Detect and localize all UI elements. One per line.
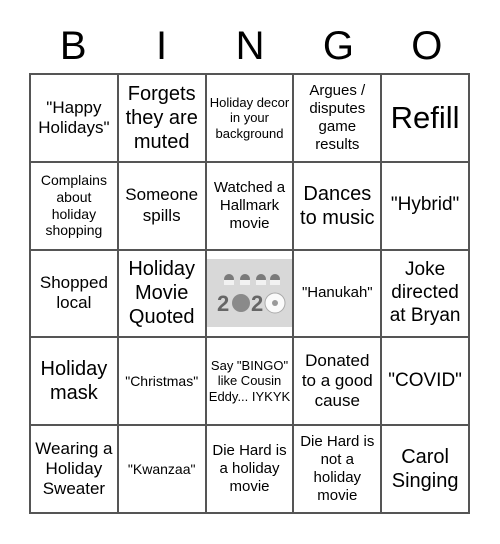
free-space-2020-reindeer-image: 22 xyxy=(206,259,293,328)
cell-text: Complains about holiday shopping xyxy=(40,172,107,239)
bingo-cell[interactable]: "Happy Holidays" xyxy=(30,74,118,162)
header-letter-n: N xyxy=(235,24,265,68)
bingo-cell[interactable]: Wearing a Holiday Sweater xyxy=(30,425,118,513)
header-letter-o: O xyxy=(411,24,443,68)
cell-text: "Hanukah" xyxy=(301,284,373,302)
bingo-cell[interactable]: Argues / disputes game results xyxy=(293,74,382,162)
bingo-cell[interactable]: Say "BINGO" like Cousin Eddy... IYKYK xyxy=(205,337,294,426)
bingo-cell[interactable]: Complains about holiday shopping xyxy=(30,161,118,250)
cell-text: "Happy Holidays" xyxy=(38,97,110,137)
bingo-cell[interactable]: Someone spills xyxy=(117,161,206,250)
bingo-cell[interactable]: "Kwanzaa" xyxy=(117,425,206,513)
bingo-cell[interactable]: "COVID" xyxy=(381,337,469,426)
bingo-cell[interactable]: Holiday Movie Quoted xyxy=(117,249,206,338)
cell-text: "Hybrid" xyxy=(390,194,460,216)
bingo-cell[interactable]: Shopped local xyxy=(30,249,118,338)
bingo-cell[interactable]: Holiday decor in your background xyxy=(205,74,294,162)
bingo-cell[interactable]: Die Hard is a holiday movie xyxy=(205,425,294,513)
bingo-cell[interactable]: Refill xyxy=(381,74,469,162)
cell-text: Die Hard is not a holiday movie xyxy=(300,433,375,505)
cell-text: Shopped local xyxy=(39,273,108,313)
header-letter-g: G xyxy=(322,24,354,68)
cell-text: Holiday decor in your background xyxy=(209,94,290,141)
cell-text: Holiday mask xyxy=(40,358,108,405)
bingo-cell[interactable]: Carol Singing xyxy=(381,425,469,513)
bingo-cell[interactable]: Dances to music xyxy=(293,161,382,250)
bingo-cell[interactable]: Die Hard is not a holiday movie xyxy=(293,425,382,513)
cell-text: Carol Singing xyxy=(391,446,459,493)
bingo-cell[interactable]: Watched a Hallmark movie xyxy=(205,161,294,250)
cell-text: "Kwanzaa" xyxy=(127,460,196,477)
cell-text: Refill xyxy=(390,100,460,136)
bingo-cell[interactable]: Donated to a good cause xyxy=(293,337,382,426)
cell-text: "COVID" xyxy=(388,369,462,391)
cell-text: Holiday Movie Quoted xyxy=(128,258,196,329)
cell-text: Joke directed at Bryan xyxy=(389,259,461,326)
cell-text: Dances to music xyxy=(300,182,375,229)
cell-text: Watched a Hallmark movie xyxy=(213,178,286,232)
cell-text: Someone spills xyxy=(125,185,199,225)
cell-text: Wearing a Holiday Sweater xyxy=(35,438,113,499)
cell-text: Forgets they are muted xyxy=(125,82,198,153)
bingo-grid: "Happy Holidays" Forgets they are muted Ho… xyxy=(29,73,470,514)
free-space-cell[interactable]: 22 xyxy=(205,249,294,338)
cell-text: Die Hard is a holiday movie xyxy=(212,442,287,496)
bingo-cell[interactable]: Joke directed at Bryan xyxy=(381,249,469,338)
bingo-cell[interactable]: "Hanukah" xyxy=(293,249,382,338)
bingo-header: B I N G O xyxy=(29,20,471,73)
header-letter-i: I xyxy=(156,24,168,68)
cell-text: Say "BINGO" like Cousin Eddy... IYKYK xyxy=(208,357,291,405)
cell-text: "Christmas" xyxy=(125,372,199,389)
header-letter-b: B xyxy=(59,24,87,68)
bingo-cell[interactable]: "Christmas" xyxy=(117,337,206,426)
svg-text:2: 2 xyxy=(251,291,263,316)
cell-text: Donated to a good cause xyxy=(301,350,373,411)
svg-text:2: 2 xyxy=(217,291,229,316)
cell-text: Argues / disputes game results xyxy=(309,81,366,153)
bingo-cell[interactable]: Holiday mask xyxy=(30,337,118,426)
bingo-cell[interactable]: "Hybrid" xyxy=(381,161,469,250)
bingo-cell[interactable]: Forgets they are muted xyxy=(117,74,206,162)
